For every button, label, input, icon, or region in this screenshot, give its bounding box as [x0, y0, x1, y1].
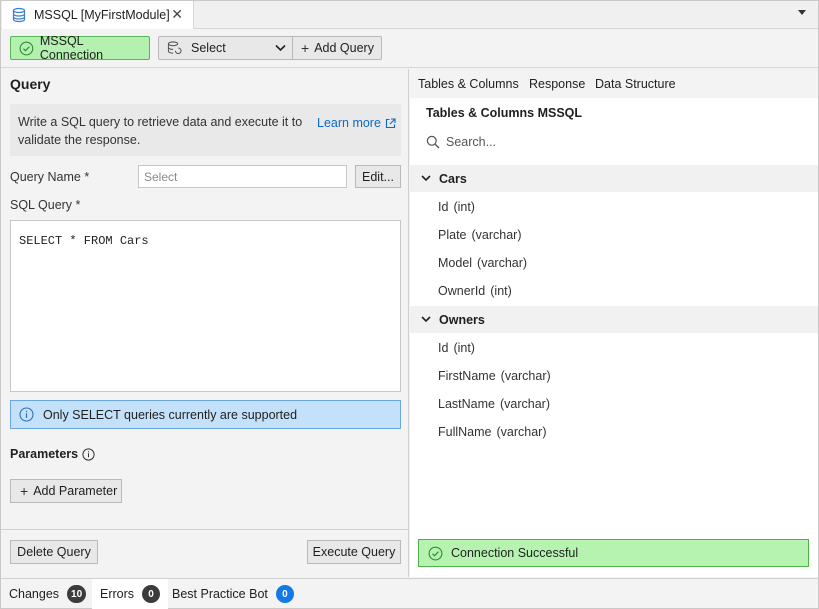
learn-more-label: Learn more: [317, 116, 381, 130]
parameters-heading: Parameters: [10, 447, 95, 461]
query-name-label: Query Name *: [10, 170, 90, 184]
chevron-down-icon: [421, 175, 431, 182]
column-type: (varchar): [471, 228, 522, 242]
column-name: Id: [438, 200, 449, 214]
chevron-down-icon: [421, 316, 431, 323]
column-name: FirstName: [438, 369, 496, 383]
query-panel: Query Write a SQL query to retrieve data…: [1, 69, 409, 577]
column-item[interactable]: Id (int): [438, 341, 475, 355]
column-name: LastName: [438, 397, 495, 411]
select-only-notice-text: Only SELECT queries currently are suppor…: [43, 407, 298, 422]
column-item[interactable]: Id (int): [438, 200, 475, 214]
schema-search-placeholder: Search...: [446, 135, 497, 149]
database-icon: [12, 7, 26, 23]
table-group-owners[interactable]: Owners: [410, 306, 818, 333]
close-icon[interactable]: ✕: [171, 7, 183, 21]
mssql-connection-button[interactable]: MSSQL Connection: [10, 34, 150, 62]
schema-search-input[interactable]: Search...: [426, 135, 496, 149]
connection-status-text: Connection Successful: [451, 546, 579, 560]
table-name: Cars: [439, 171, 467, 186]
query-select-dropdown[interactable]: Select: [158, 36, 293, 60]
query-select-value: Select: [191, 41, 226, 55]
add-parameter-label: Add Parameter: [33, 484, 118, 498]
column-item[interactable]: Model (varchar): [438, 256, 527, 270]
toolbar: MSSQL Connection Select + Add Query: [1, 30, 818, 68]
schema-tabs: Tables & Columns Response Data Structure: [410, 69, 818, 98]
plus-icon: +: [20, 483, 29, 499]
column-type: (int): [453, 341, 475, 355]
column-type: (int): [490, 284, 512, 298]
info-icon[interactable]: [82, 447, 95, 461]
column-item[interactable]: Plate (varchar): [438, 228, 522, 242]
document-tab[interactable]: MSSQL [MyFirstModule] ✕: [2, 1, 194, 29]
tab-data-structure[interactable]: Data Structure: [595, 77, 676, 91]
add-query-label: Add Query: [314, 41, 374, 55]
sql-query-editor[interactable]: SELECT * FROM Cars: [10, 220, 401, 392]
check-circle-icon: [428, 546, 443, 560]
parameters-heading-label: Parameters: [10, 447, 79, 461]
column-name: OwnerId: [438, 284, 486, 298]
column-type: (varchar): [499, 397, 550, 411]
query-heading: Query: [10, 76, 51, 92]
tab-overflow-dropdown-icon[interactable]: [798, 10, 806, 15]
add-parameter-button[interactable]: + Add Parameter: [10, 479, 122, 503]
status-badge: 0: [275, 585, 294, 603]
schema-panel: Tables & Columns Response Data Structure…: [410, 69, 818, 577]
sql-query-label: SQL Query *: [10, 198, 81, 212]
column-name: Id: [438, 341, 449, 355]
status-errors-label: Errors: [100, 587, 135, 601]
column-item[interactable]: OwnerId (int): [438, 284, 512, 298]
status-errors[interactable]: Errors 0: [92, 579, 169, 609]
column-item[interactable]: FirstName (varchar): [438, 369, 551, 383]
learn-more-link[interactable]: Learn more: [317, 116, 396, 130]
info-icon: [19, 407, 34, 422]
query-description-box: Write a SQL query to retrieve data and e…: [10, 104, 401, 156]
add-query-button[interactable]: + Add Query: [292, 36, 382, 60]
edit-button[interactable]: Edit...: [355, 165, 401, 188]
column-type: (varchar): [477, 256, 528, 270]
tab-tables-columns[interactable]: Tables & Columns: [418, 77, 519, 91]
column-name: Plate: [438, 228, 467, 242]
search-icon: [426, 135, 440, 149]
status-changes[interactable]: Changes 10: [1, 579, 94, 609]
table-name: Owners: [439, 312, 485, 327]
check-circle-icon: [19, 41, 34, 55]
tab-response[interactable]: Response: [529, 77, 585, 91]
schema-title: Tables & Columns MSSQL: [426, 106, 583, 120]
select-only-notice: Only SELECT queries currently are suppor…: [10, 400, 401, 429]
column-name: Model: [438, 256, 473, 270]
table-group-cars[interactable]: Cars: [410, 165, 818, 192]
status-bar: Changes 10 Errors 0 Best Practice Bot 0: [1, 578, 818, 609]
query-description: Write a SQL query to retrieve data and e…: [18, 115, 303, 147]
chevron-down-icon: [275, 44, 286, 52]
status-badge: 10: [67, 585, 87, 603]
status-best-practice-label: Best Practice Bot: [172, 587, 268, 601]
database-refresh-icon: [167, 41, 182, 55]
column-type: (varchar): [496, 425, 547, 439]
column-name: FullName: [438, 425, 492, 439]
status-best-practice-bot[interactable]: Best Practice Bot 0: [164, 579, 302, 609]
column-item[interactable]: FullName (varchar): [438, 425, 547, 439]
query-name-field[interactable]: Select: [138, 165, 347, 188]
plus-icon: +: [301, 40, 310, 56]
mssql-connection-label: MSSQL Connection: [39, 34, 104, 62]
app-window: MSSQL [MyFirstModule] ✕ MSSQL Connection…: [0, 0, 819, 609]
column-item[interactable]: LastName (varchar): [438, 397, 550, 411]
delete-query-button[interactable]: Delete Query: [10, 540, 98, 564]
status-changes-label: Changes: [9, 587, 60, 601]
connection-status-banner: Connection Successful: [418, 539, 809, 567]
column-type: (varchar): [500, 369, 551, 383]
execute-query-button[interactable]: Execute Query: [307, 540, 401, 564]
document-tab-label: MSSQL [MyFirstModule]: [34, 8, 170, 22]
query-panel-footer: Delete Query Execute Query: [1, 529, 409, 577]
column-type: (int): [453, 200, 475, 214]
status-badge: 0: [142, 585, 161, 603]
external-link-icon: [385, 117, 396, 128]
tab-strip: MSSQL [MyFirstModule] ✕: [1, 1, 818, 29]
